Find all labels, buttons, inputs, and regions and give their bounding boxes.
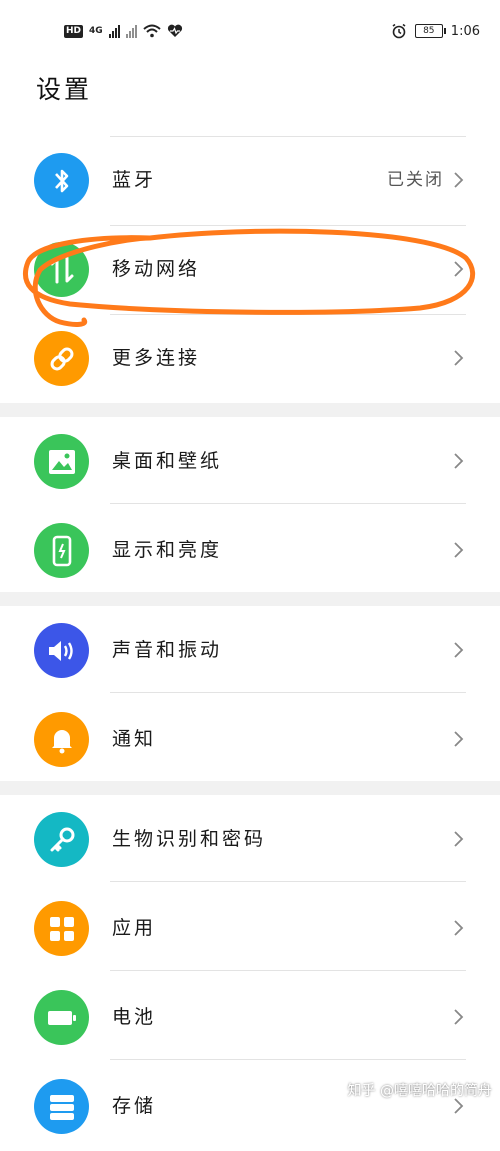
battery-icon xyxy=(34,990,89,1045)
key-icon xyxy=(34,812,89,867)
chevron-right-icon xyxy=(454,1009,464,1025)
settings-group-display: 桌面和壁纸 显示和亮度 xyxy=(0,417,500,595)
link-icon xyxy=(34,331,89,386)
settings-item-label: 应用 xyxy=(112,917,157,939)
watermark: 知乎 @嘻嘻哈哈的简舟 xyxy=(347,1083,492,1099)
status-left: HD 4G xyxy=(64,20,183,42)
settings-item-label: 移动网络 xyxy=(112,258,201,280)
settings-item-label: 声音和振动 xyxy=(112,639,223,661)
chevron-right-icon xyxy=(454,542,464,558)
signal-icon xyxy=(108,24,120,38)
chevron-right-icon xyxy=(454,731,464,747)
settings-item-notifications[interactable]: 通知 xyxy=(0,695,500,784)
group-separator xyxy=(0,592,500,606)
group-separator xyxy=(0,403,500,417)
settings-item-label: 蓝牙 xyxy=(112,169,157,191)
settings-item-value: 已关闭 xyxy=(387,170,444,190)
settings-item-label: 生物识别和密码 xyxy=(112,828,267,850)
status-right: 85 1:06 xyxy=(391,20,480,42)
chevron-right-icon xyxy=(454,831,464,847)
settings-item-sound-vibration[interactable]: 声音和振动 xyxy=(0,606,500,695)
settings-item-storage[interactable]: 存储 xyxy=(0,1062,500,1151)
chevron-right-icon xyxy=(454,172,464,188)
display-icon xyxy=(34,523,89,578)
chevron-right-icon xyxy=(454,261,464,277)
wifi-icon xyxy=(143,24,161,38)
battery-status-icon: 85 xyxy=(414,24,446,38)
heart-health-icon xyxy=(167,24,182,37)
chevron-right-icon xyxy=(454,453,464,469)
status-bar: HD 4G 85 1:06 xyxy=(0,0,500,62)
settings-item-label: 显示和亮度 xyxy=(112,539,223,561)
settings-item-label: 存储 xyxy=(112,1095,157,1117)
settings-item-bluetooth[interactable]: 蓝牙 已关闭 xyxy=(0,136,500,225)
network-type-label: 4G xyxy=(89,26,103,36)
wallpaper-icon xyxy=(34,434,89,489)
settings-item-label: 通知 xyxy=(112,728,157,750)
chevron-right-icon xyxy=(454,920,464,936)
chevron-right-icon xyxy=(454,350,464,366)
settings-item-home-wallpaper[interactable]: 桌面和壁纸 xyxy=(0,417,500,506)
alarm-icon xyxy=(392,23,406,39)
clock: 1:06 xyxy=(450,23,480,39)
settings-item-apps[interactable]: 应用 xyxy=(0,884,500,973)
settings-item-mobile-network[interactable]: 移动网络 xyxy=(0,225,500,314)
settings-item-biometrics-password[interactable]: 生物识别和密码 xyxy=(0,795,500,884)
signal-2-icon xyxy=(125,24,137,38)
apps-icon xyxy=(34,901,89,956)
bell-icon xyxy=(34,712,89,767)
settings-group-sound: 声音和振动 通知 xyxy=(0,606,500,784)
mobile-data-icon xyxy=(34,242,89,297)
settings-item-more-connections[interactable]: 更多连接 xyxy=(0,314,500,403)
chevron-right-icon xyxy=(454,1098,464,1114)
chevron-right-icon xyxy=(454,642,464,658)
settings-group-connectivity: 蓝牙 已关闭 移动网络 更多连接 xyxy=(0,136,500,403)
group-separator xyxy=(0,781,500,795)
sound-icon xyxy=(34,623,89,678)
settings-item-label: 桌面和壁纸 xyxy=(112,450,223,472)
bluetooth-icon xyxy=(34,153,89,208)
settings-item-display-brightness[interactable]: 显示和亮度 xyxy=(0,506,500,595)
hd-voice-icon: HD xyxy=(64,24,84,38)
page-title: 设置 xyxy=(36,75,93,104)
settings-item-label: 电池 xyxy=(112,1006,157,1028)
settings-item-battery[interactable]: 电池 xyxy=(0,973,500,1062)
settings-item-label: 更多连接 xyxy=(112,347,201,369)
storage-icon xyxy=(34,1079,89,1134)
